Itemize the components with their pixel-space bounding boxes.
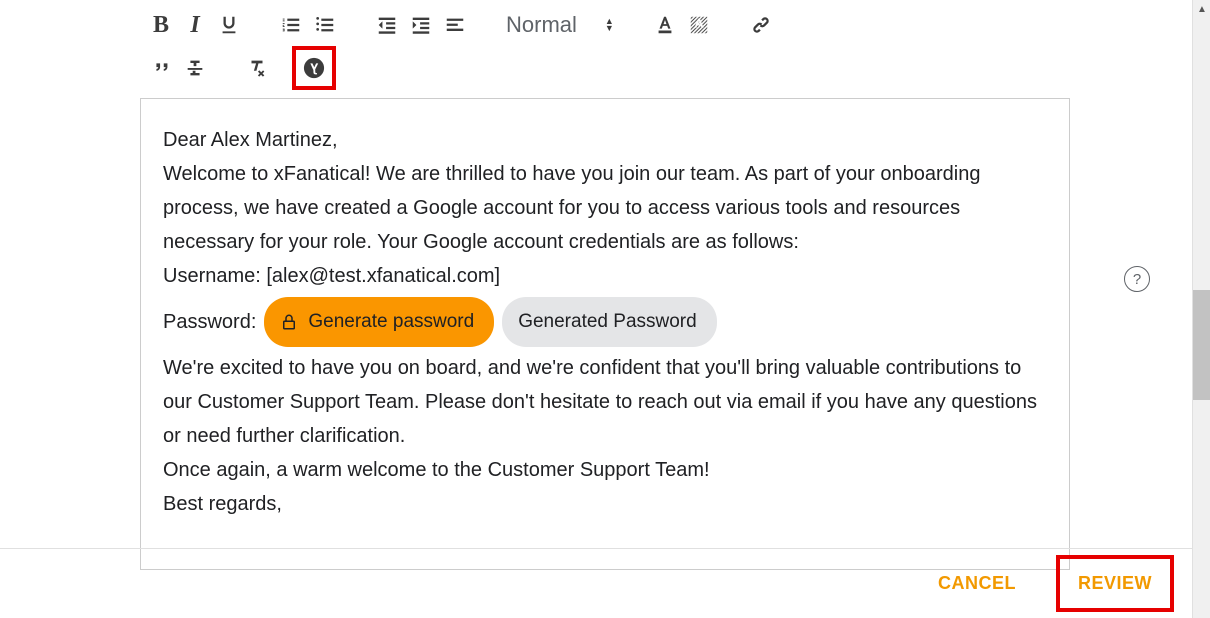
link-group xyxy=(744,10,778,40)
paragraph-3: Once again, a warm welcome to the Custom… xyxy=(163,453,1047,487)
rich-text-toolbar: B I Normal ▲▼ xyxy=(140,0,1070,99)
outdent-button[interactable] xyxy=(370,10,404,40)
review-button[interactable]: REVIEW xyxy=(1078,573,1152,594)
paragraph-1: Welcome to xFanatical! We are thrilled t… xyxy=(163,157,1047,259)
help-icon[interactable]: ? xyxy=(1124,266,1150,292)
scrollbar-thumb[interactable] xyxy=(1193,290,1210,400)
bold-button[interactable]: B xyxy=(144,10,178,40)
cancel-button[interactable]: CANCEL xyxy=(938,573,1016,594)
font-size-stepper-icon: ▲▼ xyxy=(605,18,614,32)
font-size-picker[interactable]: Normal ▲▼ xyxy=(500,12,620,38)
greeting-line: Dear Alex Martinez, xyxy=(163,123,1047,157)
generated-password-label: Generated Password xyxy=(518,305,697,339)
password-line: Password: Generate password Generated Pa… xyxy=(163,297,1047,347)
list-group xyxy=(274,10,342,40)
strikethrough-button[interactable] xyxy=(178,53,212,83)
highlight-color-button[interactable] xyxy=(682,10,716,40)
signoff-line: Best regards, xyxy=(163,487,1047,521)
password-label: Password: xyxy=(163,305,256,339)
username-line: Username: [alex@test.xfanatical.com] xyxy=(163,259,1047,293)
text-style-group: B I xyxy=(144,10,246,40)
ordered-list-button[interactable] xyxy=(274,10,308,40)
align-button[interactable] xyxy=(438,10,472,40)
blockquote-button[interactable] xyxy=(144,53,178,83)
color-group xyxy=(648,10,716,40)
lock-icon xyxy=(280,313,298,331)
generate-password-chip[interactable]: Generate password xyxy=(264,297,494,347)
dialog-footer: CANCEL REVIEW xyxy=(0,548,1192,618)
misc-group xyxy=(144,46,336,90)
text-color-button[interactable] xyxy=(648,10,682,40)
variable-button-highlight xyxy=(292,46,336,90)
link-button[interactable] xyxy=(744,10,778,40)
editor-container: B I Normal ▲▼ xyxy=(140,0,1070,570)
italic-button[interactable]: I xyxy=(178,10,212,40)
scroll-up-icon[interactable]: ▲ xyxy=(1193,0,1210,18)
insert-variable-button[interactable] xyxy=(298,52,330,84)
font-size-label: Normal xyxy=(506,12,577,38)
indent-group xyxy=(370,10,472,40)
paragraph-2: We're excited to have you on board, and … xyxy=(163,351,1047,453)
unordered-list-button[interactable] xyxy=(308,10,342,40)
clear-format-button[interactable] xyxy=(240,53,274,83)
vertical-scrollbar[interactable]: ▲ xyxy=(1192,0,1210,618)
generate-password-label: Generate password xyxy=(308,305,474,339)
email-body-editor[interactable]: Dear Alex Martinez, Welcome to xFanatica… xyxy=(140,99,1070,570)
review-button-highlight: REVIEW xyxy=(1056,555,1174,612)
underline-button[interactable] xyxy=(212,10,246,40)
generated-password-chip[interactable]: Generated Password xyxy=(502,297,717,347)
indent-button[interactable] xyxy=(404,10,438,40)
